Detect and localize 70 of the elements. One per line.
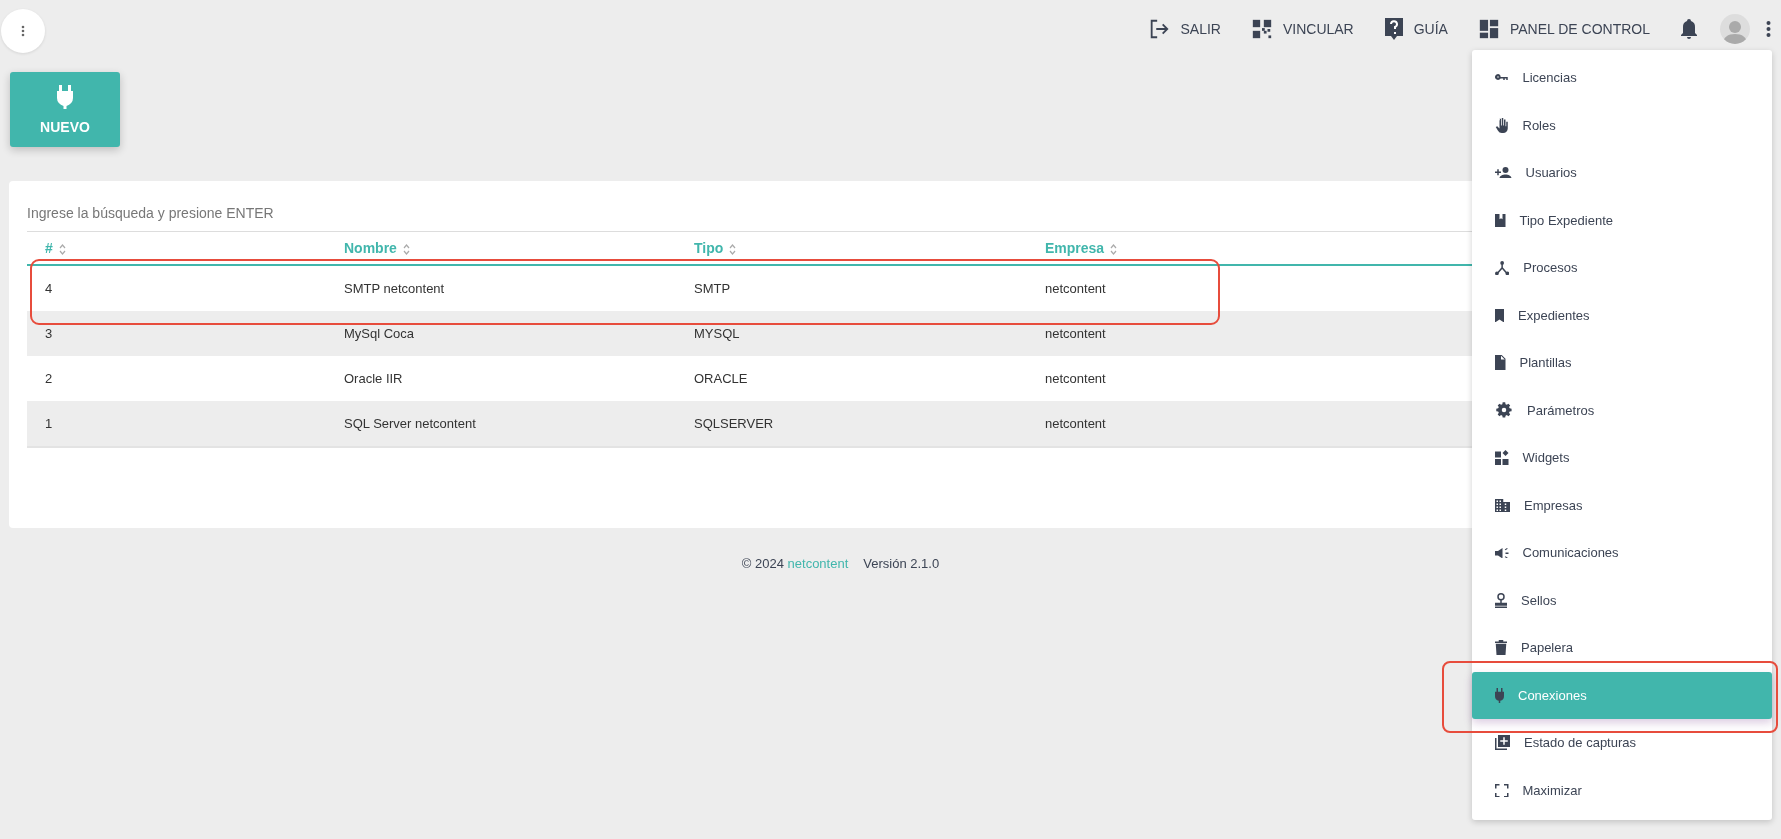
sort-icon[interactable]	[58, 243, 66, 255]
bookmark-icon	[1495, 308, 1504, 322]
trash-icon	[1495, 640, 1507, 656]
stamp-icon	[1495, 592, 1507, 608]
more-button[interactable]	[1766, 20, 1771, 38]
sort-icon[interactable]	[1110, 243, 1118, 255]
menu-item[interactable]: Widgets	[1472, 434, 1772, 482]
menu-item[interactable]: Roles	[1472, 101, 1772, 149]
table-cell: netcontent	[1045, 371, 1106, 386]
sort-icon[interactable]	[729, 243, 737, 255]
menu-item[interactable]: Procesos	[1472, 244, 1772, 292]
table-cell: SMTP	[694, 281, 731, 296]
building-icon	[1495, 498, 1510, 512]
table-cell: 3	[45, 326, 53, 341]
menu-item[interactable]: Empresas	[1472, 481, 1772, 529]
more-vertical-icon	[21, 25, 25, 37]
menu-item[interactable]: Estado de capturas	[1472, 719, 1772, 767]
table-cell: MYSQL	[694, 326, 740, 341]
table-cell: Oracle IIR	[344, 371, 403, 386]
table-cell: SMTP netcontent	[344, 281, 445, 296]
megaphone-icon	[1495, 547, 1509, 558]
table-cell: 4	[45, 281, 53, 296]
settings-icon	[1495, 401, 1513, 420]
table-cell: MySql Coca	[344, 326, 415, 341]
table-cell: netcontent	[1045, 326, 1106, 341]
key-icon	[1495, 74, 1509, 82]
avatar[interactable]	[1720, 14, 1750, 44]
menu-item[interactable]: Tipo Expediente	[1472, 196, 1772, 244]
exit-icon	[1148, 18, 1171, 40]
link-button[interactable]: VINCULAR	[1250, 14, 1354, 44]
logout-button[interactable]: SALIR	[1148, 14, 1221, 44]
dashboard-button[interactable]: PANEL DE CONTROL	[1477, 14, 1650, 44]
menu-item[interactable]: Maximizar	[1472, 766, 1772, 814]
table-cell: netcontent	[1045, 416, 1106, 431]
plug-icon	[56, 84, 74, 109]
menu-item[interactable]: Parámetros	[1472, 386, 1772, 434]
table-cell: 1	[45, 416, 53, 431]
table-cell: ORACLE	[694, 371, 748, 386]
document-icon	[1495, 355, 1506, 371]
notifications-button[interactable]	[1680, 18, 1698, 40]
copyright-text: © 2024 netcontent	[741, 556, 849, 571]
menu-item[interactable]: Expedientes	[1472, 291, 1772, 339]
menu-item[interactable]: Usuarios	[1472, 149, 1772, 197]
menu-item[interactable]: Plantillas	[1472, 339, 1772, 387]
menu-button[interactable]	[1, 9, 45, 53]
table-cell: netcontent	[1045, 281, 1106, 296]
help-icon	[1383, 17, 1404, 41]
more-vertical-icon	[1766, 20, 1771, 38]
menu-item[interactable]: Comunicaciones	[1472, 529, 1772, 577]
menu-item[interactable]: Papelera	[1472, 624, 1772, 672]
table-cell: SQL Server netcontent	[344, 416, 476, 431]
sort-icon[interactable]	[402, 243, 410, 255]
menu-item[interactable]: Licencias	[1472, 54, 1772, 102]
bell-icon	[1680, 18, 1698, 40]
book-icon	[1495, 213, 1506, 227]
menu-item[interactable]: Sellos	[1472, 576, 1772, 624]
table-cell: SQLSERVER	[694, 416, 774, 431]
dashboard-icon	[1477, 18, 1500, 40]
widgets-icon	[1495, 450, 1509, 466]
tree-icon	[1495, 260, 1510, 275]
plug-icon	[1495, 687, 1504, 703]
fullscreen-icon	[1495, 783, 1509, 797]
table-cell: 2	[45, 371, 53, 386]
person-silhouette-icon	[1723, 18, 1747, 44]
guide-button[interactable]: GUÍA	[1383, 14, 1448, 44]
qr-code-icon	[1250, 18, 1273, 40]
person-add-icon	[1495, 167, 1512, 179]
library-add-icon	[1495, 735, 1510, 751]
version-text: Versión 2.1.0	[863, 556, 940, 571]
hand-icon	[1495, 117, 1509, 133]
